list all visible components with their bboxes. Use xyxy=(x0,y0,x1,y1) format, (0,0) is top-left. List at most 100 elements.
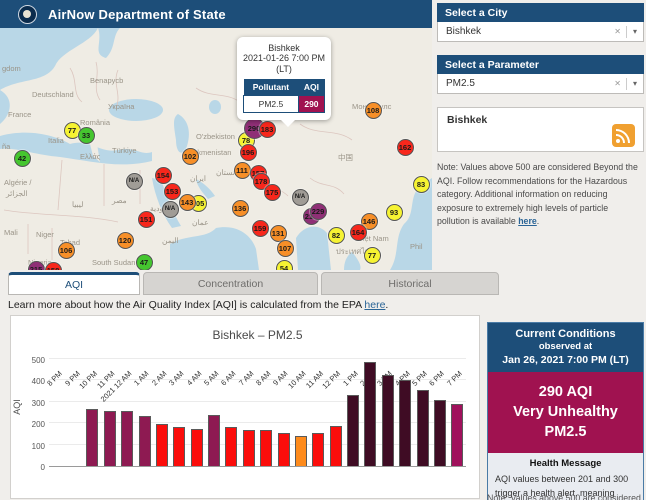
map-marker[interactable]: 196 xyxy=(240,144,257,161)
map-marker[interactable]: N/A xyxy=(292,189,309,206)
parameter-select[interactable]: PM2.5 ✕ ▾ xyxy=(437,74,644,94)
map-marker[interactable]: 93 xyxy=(386,204,403,221)
city-select[interactable]: Bishkek ✕ ▾ xyxy=(437,22,644,42)
chart-bar[interactable] xyxy=(173,427,185,466)
map-marker[interactable]: 77 xyxy=(364,247,381,264)
chart-bar[interactable] xyxy=(364,362,376,466)
map-marker[interactable]: 229 xyxy=(310,203,327,220)
chart-bar[interactable] xyxy=(121,411,133,466)
chevron-down-icon[interactable]: ▾ xyxy=(627,79,637,88)
note-here-link[interactable]: here xyxy=(518,216,537,226)
chart-bar[interactable] xyxy=(104,411,116,466)
map-marker[interactable]: N/A xyxy=(162,201,179,218)
map-marker[interactable]: 33 xyxy=(78,127,95,144)
note-suffix: . xyxy=(537,216,539,226)
airnow-dashboard: AirNow Department of State xyxy=(0,0,646,500)
chart-plot-area: 01002003004005008 PM9 PM10 PM11 PM2021 1… xyxy=(49,360,466,467)
map-marker[interactable]: 164 xyxy=(350,224,367,241)
map-marker[interactable]: 42 xyxy=(14,150,31,167)
map-marker[interactable]: 107 xyxy=(277,240,294,257)
map-country-label: O'zbekiston xyxy=(196,132,235,141)
conditions-title: Current Conditions xyxy=(490,328,641,340)
map-marker[interactable]: 162 xyxy=(397,139,414,156)
map-marker[interactable]: 82 xyxy=(328,227,345,244)
health-message-title: Health Message xyxy=(495,458,636,469)
map-marker[interactable]: 47 xyxy=(136,254,153,271)
chart-x-tick: 8 AM xyxy=(254,369,272,387)
chart-bar[interactable] xyxy=(347,395,359,466)
chart-bar[interactable] xyxy=(330,426,342,466)
chart-bar[interactable] xyxy=(417,390,429,466)
chart-x-tick: 7 AM xyxy=(237,369,255,387)
map-marker[interactable]: 153 xyxy=(164,183,181,200)
map-country-label: Benapycb xyxy=(90,76,123,85)
chart-bar[interactable] xyxy=(278,433,290,466)
map-country-label: عمان xyxy=(192,218,209,227)
chart-y-tick: 100 xyxy=(19,442,45,451)
clear-city-icon[interactable]: ✕ xyxy=(609,27,626,36)
map-marker[interactable]: 108 xyxy=(365,102,382,119)
map-marker[interactable]: 175 xyxy=(264,184,281,201)
map-marker[interactable]: 120 xyxy=(117,232,134,249)
clear-parameter-icon[interactable]: ✕ xyxy=(609,79,626,88)
chart-bar[interactable] xyxy=(139,416,151,467)
chart-bar[interactable] xyxy=(295,436,307,466)
aqi-map[interactable]: gdomBenapycbDeutschlandУкраїнаFranceRomâ… xyxy=(0,28,432,270)
chart-bar[interactable] xyxy=(156,424,168,466)
map-marker[interactable]: 159 xyxy=(252,220,269,237)
map-marker[interactable]: 111 xyxy=(234,162,251,179)
map-marker[interactable]: N/A xyxy=(126,173,143,190)
chart-bar[interactable] xyxy=(86,409,98,466)
learn-more-here-link[interactable]: here xyxy=(364,299,385,311)
chart-bar[interactable] xyxy=(208,415,220,466)
map-marker[interactable]: 143 xyxy=(179,194,196,211)
chart-bar[interactable] xyxy=(191,429,203,466)
select-parameter-header: Select a Parameter xyxy=(437,55,644,74)
tab-historical[interactable]: Historical xyxy=(321,272,499,295)
chart-bar[interactable] xyxy=(434,400,446,466)
chart-x-tick: 5 AM xyxy=(202,369,220,387)
chevron-down-icon[interactable]: ▾ xyxy=(627,27,637,36)
bottom-cut-note: Note: Values above 500 are considered Be… xyxy=(487,493,644,500)
map-marker[interactable]: 154 xyxy=(155,167,172,184)
chart-y-tick: 400 xyxy=(19,377,45,386)
map-marker[interactable]: 102 xyxy=(182,148,199,165)
conditions-category: Very Unhealthy xyxy=(490,402,641,422)
chart-bar[interactable] xyxy=(399,380,411,466)
map-marker[interactable]: 54 xyxy=(276,260,293,271)
aqi-bar-chart: Bishkek – PM2.5 AQI 01002003004005008 PM… xyxy=(10,315,480,499)
chart-bar[interactable] xyxy=(382,375,394,466)
chart-bar[interactable] xyxy=(225,427,237,466)
map-marker[interactable]: 151 xyxy=(138,211,155,228)
chart-x-tick: 4 AM xyxy=(185,369,203,387)
chart-y-tick: 300 xyxy=(19,399,45,408)
popup-col-pollutant: Pollutant xyxy=(244,79,299,96)
map-marker[interactable]: 106 xyxy=(58,242,75,259)
rss-icon[interactable] xyxy=(612,124,635,147)
map-country-label: Ελλάς xyxy=(80,152,100,161)
map-country-label: Phil xyxy=(410,242,423,251)
chart-bar[interactable] xyxy=(260,430,272,466)
app-title: AirNow Department of State xyxy=(48,7,226,22)
chart-bar[interactable] xyxy=(243,430,255,466)
map-marker[interactable]: 131 xyxy=(270,225,287,242)
map-marker[interactable]: 83 xyxy=(413,176,430,193)
chart-bar[interactable] xyxy=(312,433,324,466)
select-city-header: Select a City xyxy=(437,3,644,22)
tab-aqi[interactable]: AQI xyxy=(8,272,140,295)
tab-concentration[interactable]: Concentration xyxy=(143,272,318,295)
chart-bar[interactable] xyxy=(451,404,463,466)
conditions-datetime: Jan 26, 2021 7:00 PM (LT) xyxy=(490,354,641,366)
map-country-label: România xyxy=(80,118,110,127)
map-country-label: South Sudan xyxy=(92,258,135,267)
map-marker[interactable]: 136 xyxy=(232,200,249,217)
map-country-label: France xyxy=(8,110,31,119)
map-country-label: Україна xyxy=(108,102,134,111)
map-popup: Bishkek 2021-01-26 7:00 PM (LT) Pollutan… xyxy=(237,37,331,120)
city-select-value: Bishkek xyxy=(446,26,609,37)
chart-y-tick: 500 xyxy=(19,356,45,365)
select-parameter-box: Select a Parameter PM2.5 ✕ ▾ xyxy=(437,55,644,94)
map-marker[interactable]: 183 xyxy=(259,121,276,138)
beyond-aqi-note: Note: Values above 500 are considered Be… xyxy=(437,161,641,229)
chart-title: Bishkek – PM2.5 xyxy=(49,328,466,342)
